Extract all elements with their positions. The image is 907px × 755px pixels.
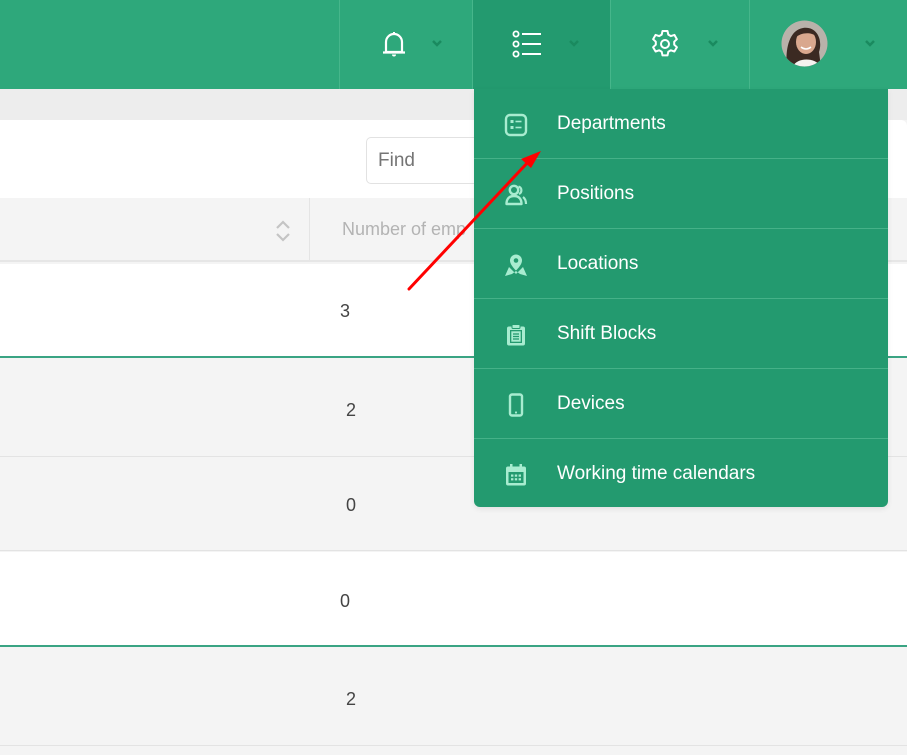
- calendar-icon: [506, 464, 526, 486]
- employee-count: 0: [346, 495, 357, 515]
- menu-item-locations[interactable]: Locations: [474, 229, 888, 299]
- sort-icon[interactable]: [274, 218, 292, 244]
- clipboard-icon: [507, 324, 525, 346]
- settings-button[interactable]: [610, 0, 750, 89]
- menu-item-label: Locations: [557, 253, 639, 274]
- lists-dropdown-menu: Departments Positions Locations Shift Bl…: [474, 89, 888, 507]
- menu-item-label: Departments: [557, 113, 666, 134]
- table-row[interactable]: 0: [0, 552, 907, 647]
- top-bar: [0, 0, 907, 89]
- chevron-down-icon: [432, 40, 442, 47]
- column-divider: [309, 198, 310, 260]
- menu-item-positions[interactable]: Positions: [474, 159, 888, 229]
- menu-item-label: Devices: [557, 393, 625, 414]
- gear-icon: [652, 30, 678, 57]
- menu-item-label: Positions: [557, 183, 635, 204]
- chevron-down-icon: [708, 40, 718, 47]
- employee-count: 2: [346, 689, 357, 709]
- avatar: [781, 20, 828, 67]
- menu-item-label: Shift Blocks: [557, 323, 657, 344]
- employee-count: 2: [346, 400, 357, 420]
- menu-item-label: Working time calendars: [557, 463, 756, 484]
- employee-count: 3: [340, 301, 351, 321]
- bell-icon: [383, 32, 405, 57]
- id-card-icon: [504, 113, 528, 137]
- table-row[interactable]: 2: [0, 650, 907, 746]
- column-header-employee-count[interactable]: Number of emp: [342, 219, 466, 240]
- menu-item-shift-blocks[interactable]: Shift Blocks: [474, 299, 888, 369]
- menu-item-working-time-calendars[interactable]: Working time calendars: [474, 439, 888, 509]
- mobile-icon: [508, 393, 524, 417]
- map-pin-icon: [505, 254, 527, 276]
- lists-menu-button[interactable]: [472, 0, 611, 89]
- menu-item-devices[interactable]: Devices: [474, 369, 888, 439]
- users-icon: [505, 184, 528, 206]
- employee-count: 0: [340, 591, 351, 611]
- menu-item-departments[interactable]: Departments: [474, 89, 888, 159]
- notifications-button[interactable]: [339, 0, 473, 89]
- user-menu-button[interactable]: [749, 0, 907, 89]
- list-icon: [512, 30, 541, 58]
- chevron-down-icon: [569, 40, 579, 47]
- chevron-down-icon: [865, 40, 875, 47]
